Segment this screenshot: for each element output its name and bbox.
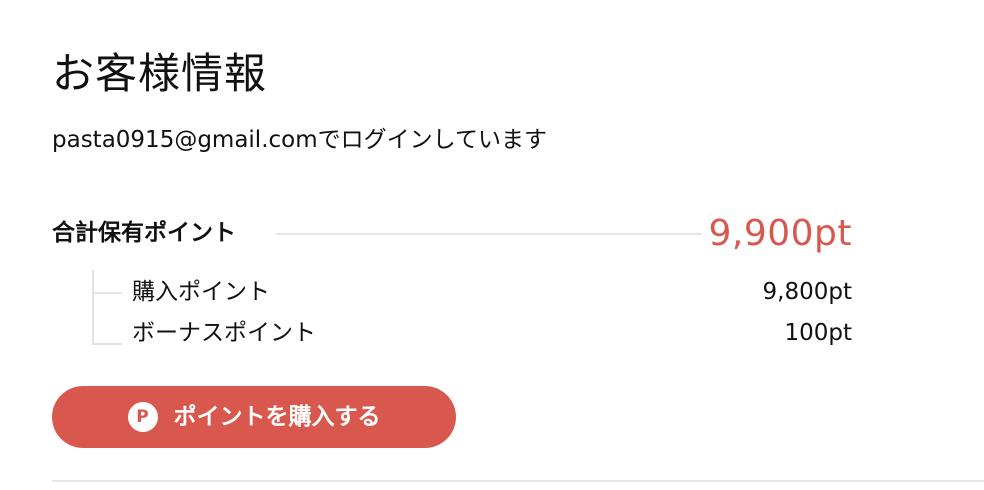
total-points-divider (276, 233, 702, 235)
page-title: お客様情報 (52, 49, 268, 98)
total-points-row: 合計保有ポイント 9,900pt (52, 210, 852, 258)
tree-connector-vertical (92, 270, 94, 344)
buy-points-button[interactable]: P ポイントを購入する (52, 386, 456, 448)
purchased-points-value: 9,800pt (762, 279, 852, 305)
section-divider (52, 480, 984, 482)
tree-connector-branch (92, 292, 122, 294)
bonus-points-value: 100pt (784, 320, 852, 346)
purchased-points-label: 購入ポイント (132, 279, 270, 305)
bonus-points-label: ボーナスポイント (132, 320, 316, 346)
login-status: pasta0915@gmail.comでログインしています (52, 127, 547, 153)
point-p-icon-letter: P (136, 406, 149, 427)
total-points-value: 9,900pt (708, 213, 852, 254)
buy-points-button-label: ポイントを購入する (173, 404, 381, 430)
tree-connector-branch (92, 343, 122, 345)
points-breakdown: 購入ポイント 9,800pt ボーナスポイント 100pt (92, 270, 852, 346)
point-p-icon: P (127, 402, 158, 432)
total-points-label: 合計保有ポイント (52, 220, 236, 246)
